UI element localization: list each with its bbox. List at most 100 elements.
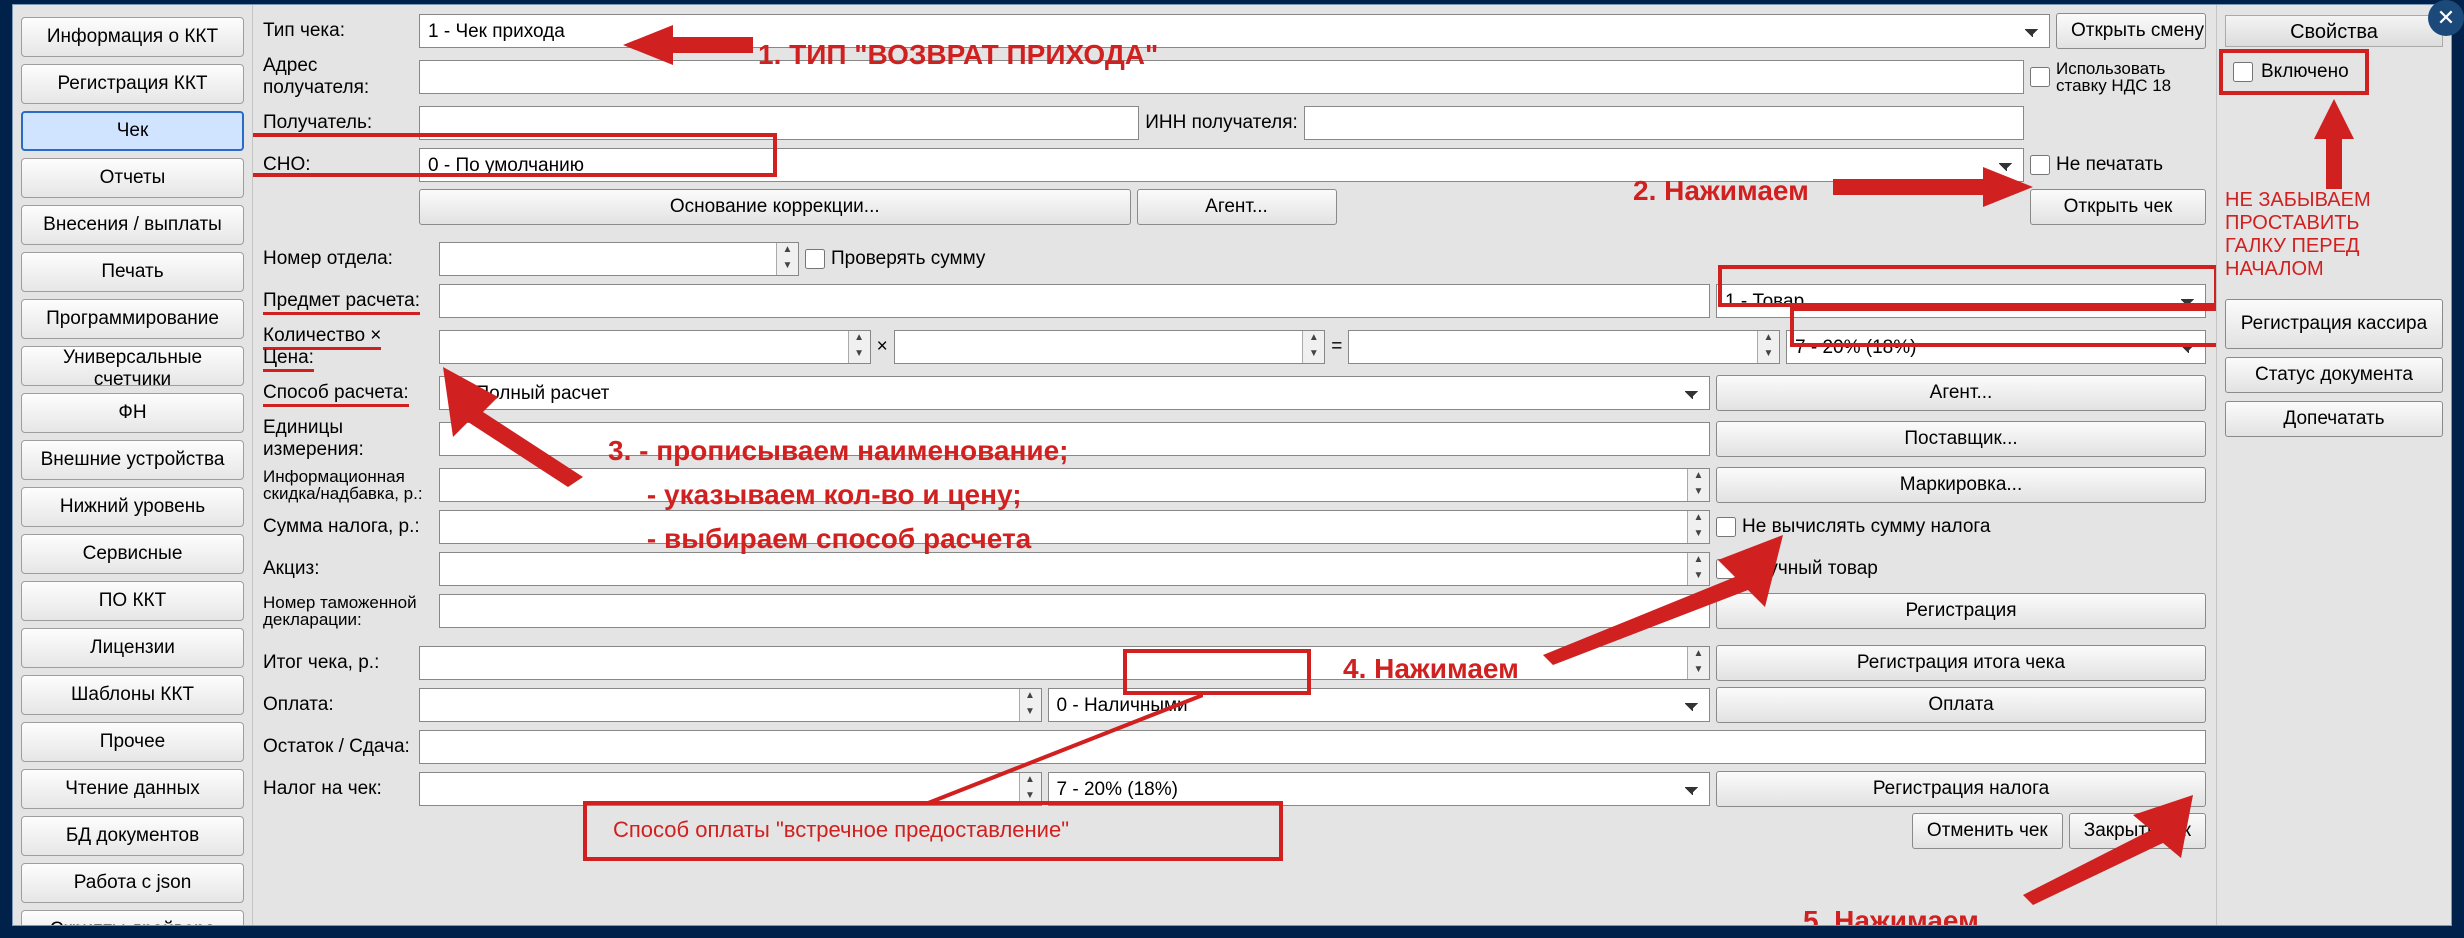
sidebar-item-2[interactable]: Чек	[21, 111, 244, 151]
sidebar-item-13[interactable]: Лицензии	[21, 628, 244, 668]
spinner-icon[interactable]: ▲▼	[1019, 689, 1041, 721]
label-payment: Оплата:	[263, 694, 413, 716]
label-recipient-inn: ИНН получателя:	[1145, 112, 1298, 134]
correction-basis-button[interactable]: Основание коррекции...	[419, 189, 1131, 225]
price-input[interactable]	[894, 330, 1326, 364]
remainder-input[interactable]	[419, 730, 2206, 764]
right-panel: Свойства Включено НЕ ЗАБЫВАЕМ ПРОСТАВИТЬ…	[2216, 5, 2451, 925]
label-dept-no: Номер отдела:	[263, 248, 433, 270]
enable-label: Включено	[2261, 61, 2349, 83]
sidebar-item-12[interactable]: ПО ККТ	[21, 581, 244, 621]
sidebar-item-15[interactable]: Прочее	[21, 722, 244, 762]
sidebar-item-14[interactable]: Шаблоны ККТ	[21, 675, 244, 715]
sidebar-item-19[interactable]: Скрипты драйвера	[21, 910, 244, 925]
vat-rate-select[interactable]: 7 - 20% (18%)	[1786, 330, 2206, 364]
pay-button[interactable]: Оплата	[1716, 687, 2206, 723]
excise-input[interactable]	[439, 552, 1710, 586]
sno-select[interactable]: 0 - По умолчанию	[419, 148, 2024, 182]
sidebar-item-8[interactable]: ФН	[21, 393, 244, 433]
spinner-icon[interactable]: ▲▼	[1687, 647, 1709, 679]
dept-no-input[interactable]	[439, 242, 799, 276]
cashier-reg-button[interactable]: Регистрация кассира	[2225, 299, 2443, 349]
sidebar-item-11[interactable]: Сервисные	[21, 534, 244, 574]
subject-input[interactable]	[439, 284, 1710, 318]
anno-reminder-2: ПРОСТАВИТЬ	[2225, 212, 2443, 235]
check-sum-checkbox[interactable]	[805, 249, 825, 269]
open-check-button[interactable]: Открыть чек	[2030, 189, 2206, 225]
sidebar-item-3[interactable]: Отчеты	[21, 158, 244, 198]
sidebar-item-10[interactable]: Нижний уровень	[21, 487, 244, 527]
unit-input[interactable]	[439, 422, 1710, 456]
spinner-icon[interactable]: ▲▼	[1019, 773, 1041, 805]
piece-goods-checkbox[interactable]	[1716, 559, 1736, 579]
open-shift-button[interactable]: Открыть смену	[2056, 13, 2206, 49]
close-check-button[interactable]: Закрыть чек	[2069, 813, 2206, 849]
label-check-type: Тип чека:	[263, 20, 413, 42]
x-sign: ×	[877, 336, 888, 358]
sidebar-item-7[interactable]: Универсальные счетчики	[21, 346, 244, 386]
label-dont-calc-tax: Не вычислять сумму налога	[1742, 516, 2206, 538]
reprint-button[interactable]: Допечатать	[2225, 401, 2443, 437]
commodity-type-select[interactable]: 1 - Товар	[1716, 284, 2206, 318]
spinner-icon[interactable]: ▲▼	[1687, 511, 1709, 543]
recipient-input[interactable]	[419, 106, 1139, 140]
anno-reminder-4: НАЧАЛОМ	[2225, 258, 2443, 281]
spinner-icon[interactable]: ▲▼	[848, 331, 870, 363]
dont-calc-tax-checkbox[interactable]	[1716, 517, 1736, 537]
spinner-icon[interactable]: ▲▼	[776, 243, 798, 275]
app-window: Информация о ККТ Регистрация ККТ Чек Отчеты…	[12, 4, 2452, 926]
label-use-vat18: Использовать ставку НДС 18	[2056, 60, 2206, 94]
payment-type-select[interactable]: 0 - Наличными	[1048, 688, 1711, 722]
close-icon[interactable]: ✕	[2428, 0, 2464, 36]
label-customs-decl: Номер таможенной декларации:	[263, 594, 433, 628]
agent-button-mid[interactable]: Агент...	[1716, 375, 2206, 411]
arrow-5	[2023, 795, 2193, 905]
sidebar-item-16[interactable]: Чтение данных	[21, 769, 244, 809]
properties-title: Свойства	[2225, 15, 2443, 47]
check-type-select[interactable]: 1 - Чек прихода	[419, 14, 2050, 48]
sidebar-item-5[interactable]: Печать	[21, 252, 244, 292]
info-discount-input[interactable]	[439, 468, 1710, 502]
sidebar: Информация о ККТ Регистрация ККТ Чек Отчеты…	[13, 5, 253, 925]
sidebar-item-18[interactable]: Работа с json	[21, 863, 244, 903]
tax-sum-input[interactable]	[439, 510, 1710, 544]
no-print-checkbox[interactable]	[2030, 155, 2050, 175]
calc-method-select[interactable]: 4 - Полный расчет	[439, 376, 1710, 410]
payment-input[interactable]	[419, 688, 1042, 722]
label-excise: Акциз:	[263, 558, 433, 580]
use-vat18-checkbox[interactable]	[2030, 67, 2050, 87]
spinner-icon[interactable]: ▲▼	[1687, 469, 1709, 501]
label-check-sum: Проверять сумму	[831, 248, 985, 270]
reg-total-button[interactable]: Регистрация итога чека	[1716, 645, 2206, 681]
agent-button-top[interactable]: Агент...	[1137, 189, 1337, 225]
sidebar-item-17[interactable]: БД документов	[21, 816, 244, 856]
check-tax-rate-select[interactable]: 7 - 20% (18%)	[1048, 772, 1711, 806]
recipient-addr-input[interactable]	[419, 60, 2024, 94]
label-subject: Предмет расчета:	[263, 290, 433, 312]
sidebar-item-1[interactable]: Регистрация ККТ	[21, 64, 244, 104]
main-panel: Тип чека: 1 - Чек прихода Открыть смену …	[253, 5, 2216, 925]
reg-tax-button[interactable]: Регистрация налога	[1716, 771, 2206, 807]
anno-reminder-3: ГАЛКУ ПЕРЕД	[2225, 235, 2443, 258]
cancel-check-button[interactable]: Отменить чек	[1912, 813, 2063, 849]
marking-button[interactable]: Маркировка...	[1716, 467, 2206, 503]
sidebar-item-9[interactable]: Внешние устройства	[21, 440, 244, 480]
qty-input[interactable]	[439, 330, 871, 364]
customs-decl-input[interactable]	[439, 594, 1710, 628]
label-sno: СНО:	[263, 154, 413, 176]
sidebar-item-0[interactable]: Информация о ККТ	[21, 17, 244, 57]
supplier-button[interactable]: Поставщик...	[1716, 421, 2206, 457]
sidebar-item-6[interactable]: Программирование	[21, 299, 244, 339]
check-total-input[interactable]	[419, 646, 1710, 680]
enable-checkbox[interactable]	[2233, 62, 2253, 82]
registration-button[interactable]: Регистрация	[1716, 593, 2206, 629]
doc-status-button[interactable]: Статус документа	[2225, 357, 2443, 393]
result-input[interactable]	[1348, 330, 1780, 364]
check-tax-input[interactable]	[419, 772, 1042, 806]
recipient-inn-input[interactable]	[1304, 106, 2024, 140]
spinner-icon[interactable]: ▲▼	[1302, 331, 1324, 363]
label-remainder: Остаток / Сдача:	[263, 736, 413, 758]
spinner-icon[interactable]: ▲▼	[1757, 331, 1779, 363]
spinner-icon[interactable]: ▲▼	[1687, 553, 1709, 585]
sidebar-item-4[interactable]: Внесения / выплаты	[21, 205, 244, 245]
